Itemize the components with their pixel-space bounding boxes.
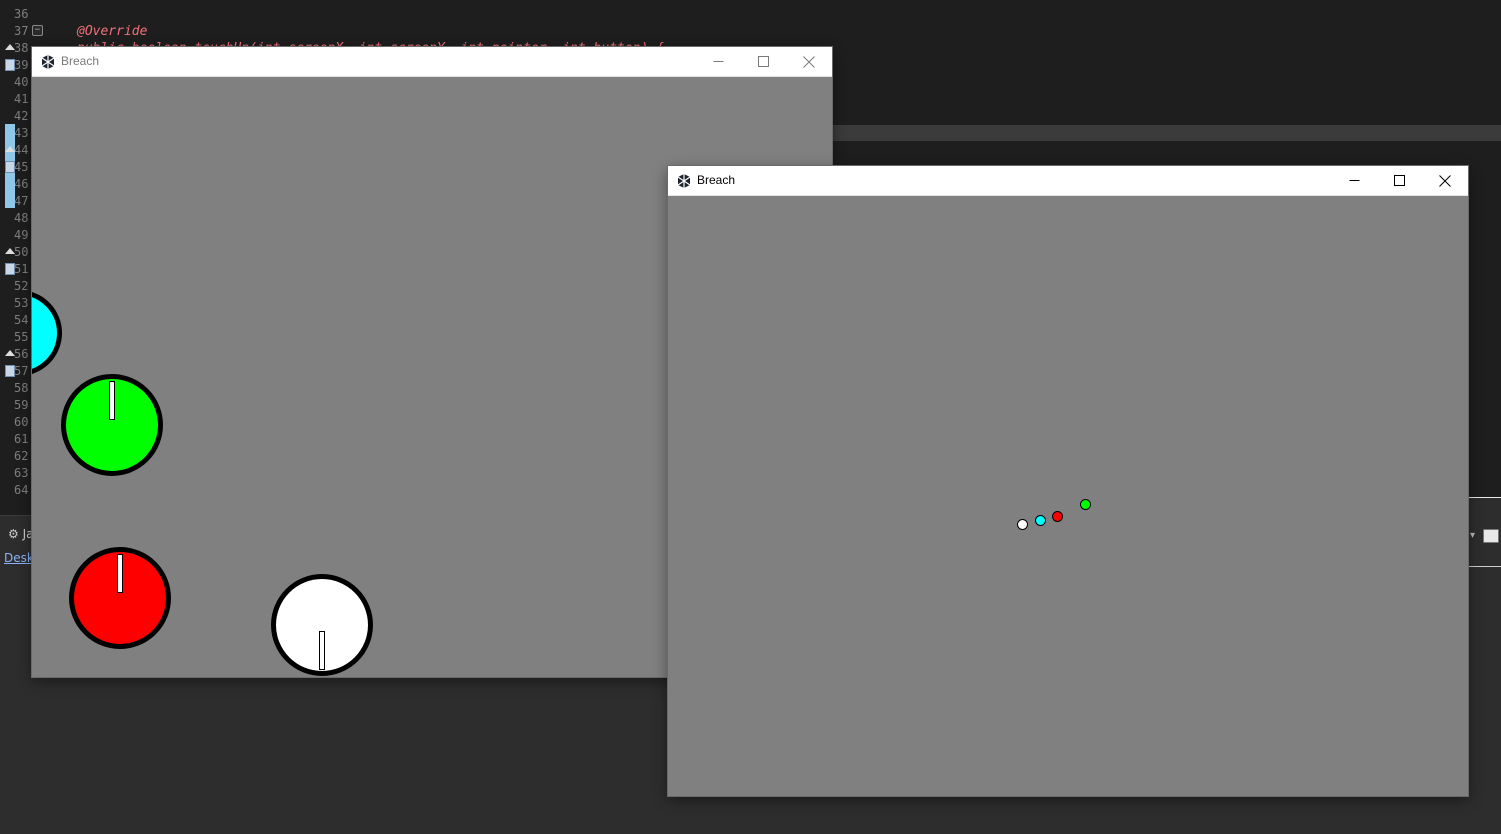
line-number: 44 [14, 143, 29, 157]
line-number: 37 [14, 24, 29, 38]
line-number: 45 [14, 160, 29, 174]
titlebar[interactable]: Breach [32, 47, 832, 77]
cyan-ball [32, 290, 62, 376]
minimize-button[interactable] [1331, 166, 1377, 195]
doc-marker-icon [5, 263, 15, 275]
white-ball [1017, 519, 1028, 530]
chevron-down-icon[interactable]: ▾ [1470, 530, 1475, 541]
maximize-icon [757, 56, 769, 67]
minimize-icon [1349, 180, 1359, 181]
new-window-icon[interactable] [1483, 529, 1499, 543]
line-number: 54 [14, 313, 29, 327]
white-ball [271, 574, 373, 676]
cyan-ball [1035, 515, 1046, 526]
app-icon[interactable] [676, 173, 692, 189]
doc-marker-icon [5, 59, 15, 71]
line-number: 41 [14, 92, 29, 106]
line-number: 58 [14, 381, 29, 395]
game-canvas[interactable] [668, 196, 1468, 796]
override-marker-icon [5, 146, 15, 156]
code-line[interactable]: @Override [77, 23, 147, 40]
close-icon [1439, 174, 1451, 187]
close-button[interactable] [1422, 166, 1468, 195]
green-ball [61, 374, 163, 476]
line-number: 59 [14, 398, 29, 412]
line-number: 57 [14, 364, 29, 378]
line-number: 51 [14, 262, 29, 276]
close-button[interactable] [786, 47, 832, 76]
maximize-button[interactable] [1376, 166, 1422, 195]
breach-window-foreground[interactable]: Breach [668, 166, 1468, 796]
line-number: 43 [14, 126, 29, 140]
doc-marker-icon [5, 161, 15, 173]
line-number: 36 [14, 7, 29, 21]
collapse-icon[interactable]: − [32, 25, 43, 36]
override-marker-icon [5, 350, 15, 360]
line-number: 38 [14, 41, 29, 55]
app-icon[interactable] [40, 54, 56, 70]
line-number: 49 [14, 228, 29, 242]
java-icon: ⚙ [8, 527, 19, 541]
direction-needle [117, 554, 123, 593]
override-marker-icon [5, 248, 15, 258]
line-number: 47 [14, 194, 29, 208]
line-number: 55 [14, 330, 29, 344]
line-number: 42 [14, 109, 29, 123]
green-ball [1080, 499, 1091, 510]
maximize-icon [1393, 175, 1405, 186]
doc-marker-icon [5, 365, 15, 377]
line-number: 60 [14, 415, 29, 429]
line-number: 61 [14, 432, 29, 446]
window-title: Breach [61, 54, 100, 68]
line-number: 39 [14, 58, 29, 72]
line-number: 50 [14, 245, 29, 259]
line-number: 40 [14, 75, 29, 89]
ide-toolbar-strip [832, 125, 1501, 141]
titlebar[interactable]: Breach [668, 166, 1468, 196]
window-title: Breach [697, 173, 736, 187]
line-number: 64 [14, 483, 29, 497]
direction-needle [109, 381, 115, 420]
maximize-button[interactable] [740, 47, 786, 76]
close-icon [803, 55, 815, 68]
line-number: 48 [14, 211, 29, 225]
line-number: 52 [14, 279, 29, 293]
red-ball [69, 547, 171, 649]
direction-needle [319, 631, 325, 670]
line-number: 63 [14, 466, 29, 480]
line-number: 53 [14, 296, 29, 310]
red-ball [1052, 511, 1063, 522]
line-number: 46 [14, 177, 29, 191]
line-number: 62 [14, 449, 29, 463]
bottom-panel-tab[interactable]: ⚙ Ja [8, 527, 34, 541]
desktop: 36 37 38 39 40 41 42 43 44 45 46 47 48 49 50 51 52 53 54 55… [0, 0, 1501, 834]
minimize-button[interactable] [695, 47, 741, 76]
minimize-icon [713, 61, 723, 62]
line-number: 56 [14, 347, 29, 361]
override-marker-icon [5, 44, 15, 54]
